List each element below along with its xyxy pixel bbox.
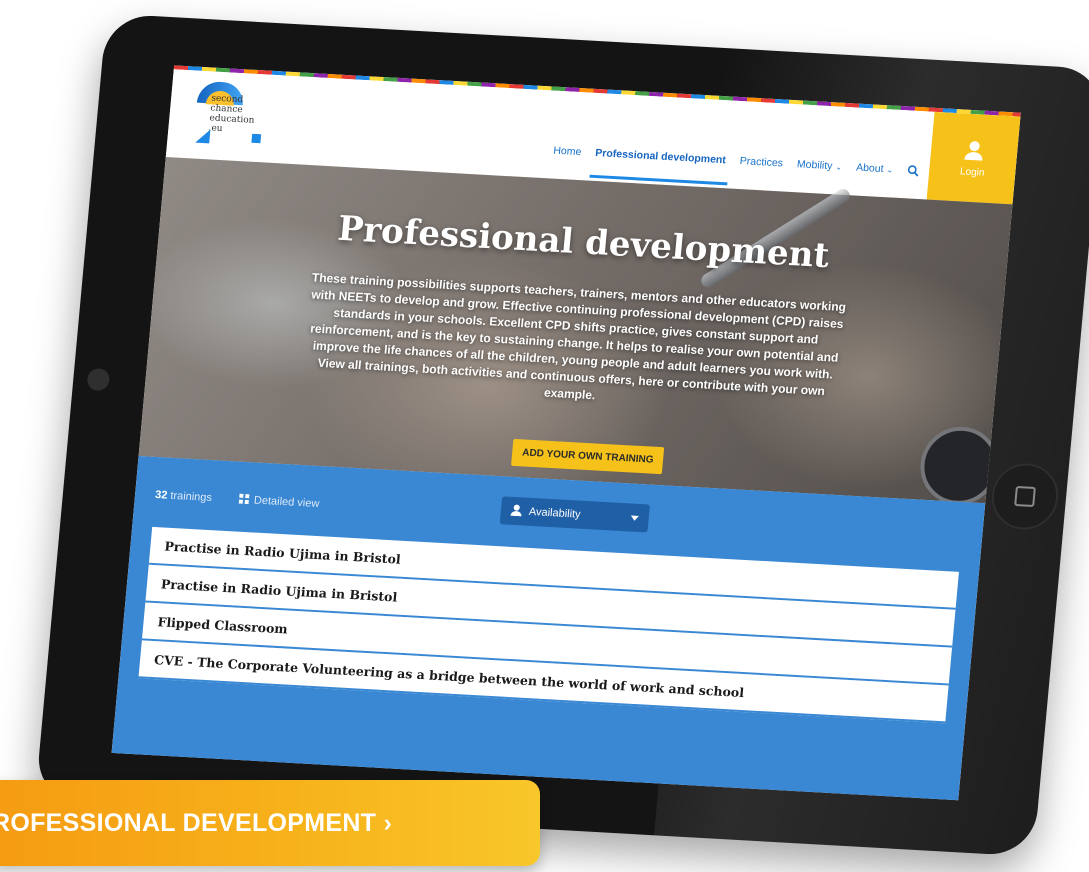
login-button[interactable]: Login [926, 111, 1021, 205]
user-icon [510, 504, 522, 517]
detailed-view-toggle[interactable]: Detailed view [238, 493, 320, 511]
login-label: Login [959, 165, 985, 179]
availability-dropdown[interactable]: Availability [499, 496, 650, 533]
site-logo[interactable]: second chance education .eu [193, 80, 289, 152]
grid-icon [238, 493, 250, 505]
camera-icon [86, 368, 111, 392]
tablet-screen: second chance education .eu Home Profess… [111, 65, 1021, 801]
nav-item-practices[interactable]: Practices [739, 155, 783, 169]
detailed-view-label: Detailed view [253, 494, 320, 511]
user-icon [964, 140, 983, 161]
logo-text: second chance education .eu [208, 93, 282, 137]
nav-item-label: Mobility [796, 158, 833, 173]
cta-label: ROFESSIONAL DEVELOPMENT › [0, 808, 393, 837]
trainings-count: 32 trainings [155, 489, 213, 504]
nav-item-professional-development[interactable]: Professional development [595, 147, 727, 166]
nav-item-about[interactable]: About ⌄ [856, 162, 894, 176]
logo-triangle-icon [195, 128, 211, 144]
professional-development-cta[interactable]: ROFESSIONAL DEVELOPMENT › [0, 780, 540, 866]
count-number: 32 [154, 488, 168, 502]
nav-item-label: About [855, 161, 885, 176]
search-icon[interactable] [907, 164, 920, 177]
hero-banner: Professional development These training … [138, 157, 1013, 507]
logo-square-icon [251, 133, 262, 144]
tablet-device: second chance education .eu Home Profess… [34, 13, 1089, 857]
availability-label: Availability [528, 505, 582, 521]
training-listing: 32 trainings Detailed view Availability … [111, 455, 986, 801]
chevron-down-icon: ⌄ [834, 162, 843, 172]
nav-item-mobility[interactable]: Mobility ⌄ [796, 158, 842, 172]
training-list: Practise in Radio Ujima in Bristol Pract… [138, 526, 959, 724]
chevron-down-icon: ⌄ [886, 165, 894, 175]
home-square-icon [1014, 485, 1036, 508]
promo-stage: second chance education .eu Home Profess… [0, 0, 1089, 872]
caret-down-icon [630, 515, 639, 521]
nav-item-home[interactable]: Home [553, 145, 582, 159]
count-label: trainings [169, 489, 213, 505]
main-nav: Home Professional development Practices … [553, 145, 920, 177]
